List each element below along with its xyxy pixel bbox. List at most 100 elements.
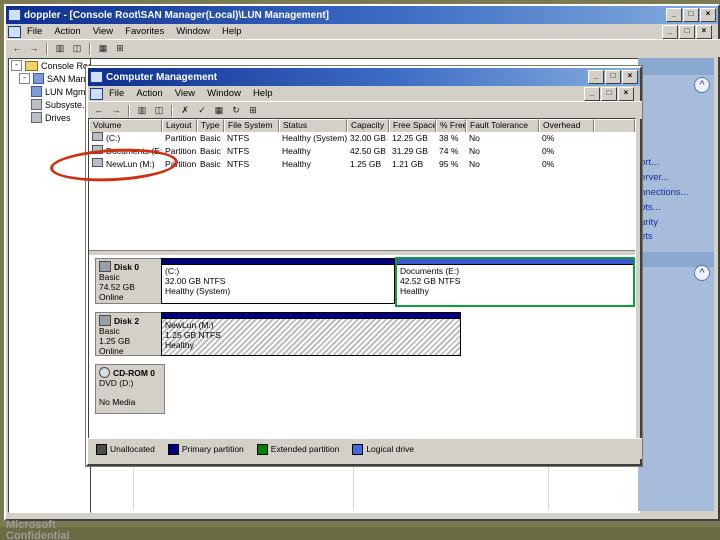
- table-row[interactable]: (C:) Partition Basic NTFS Healthy (Syste…: [89, 132, 635, 145]
- extended-partition-swatch-icon: [256, 443, 268, 455]
- disk-0-header[interactable]: Disk 0 Basic 74.52 GB Online: [95, 258, 165, 304]
- cell: Partition: [162, 132, 197, 145]
- cm-delete-button[interactable]: ✗: [177, 104, 193, 118]
- san-manager-icon: [33, 73, 44, 84]
- cdrom-0-header[interactable]: CD-ROM 0 DVD (D:) No Media: [95, 364, 165, 414]
- computer-management-icon: [90, 71, 103, 83]
- cm-maximize-button[interactable]: □: [605, 70, 621, 84]
- console-toolbar: ← → ▥ ◫ ▦ ⊞: [6, 39, 720, 57]
- task-link[interactable]: urity: [640, 217, 658, 228]
- cm-child-minimize-button[interactable]: _: [584, 86, 600, 101]
- cm-list-view-button[interactable]: ▦: [211, 104, 227, 118]
- cell: 0%: [539, 132, 594, 145]
- collapse-chevron-icon[interactable]: ^: [694, 77, 710, 93]
- task-link[interactable]: nnections...: [640, 187, 689, 198]
- help-button[interactable]: ⊞: [112, 42, 128, 56]
- tree-label: LUN Mgmt: [45, 86, 89, 97]
- cell: 0%: [539, 158, 594, 171]
- cell: NTFS: [224, 158, 279, 171]
- tree-item-san-manager[interactable]: - SAN Manager: [9, 72, 91, 85]
- cell: [594, 158, 635, 171]
- menu-favorites[interactable]: Favorites: [119, 25, 170, 38]
- cell: [594, 132, 635, 145]
- menu-action[interactable]: Action: [48, 25, 86, 38]
- disk-icon: [99, 261, 111, 272]
- back-button[interactable]: ←: [9, 42, 25, 56]
- cell: 0%: [539, 145, 594, 158]
- task-link[interactable]: erver...: [640, 172, 669, 183]
- two-pane-button[interactable]: ◫: [69, 42, 85, 56]
- collapse-icon[interactable]: -: [19, 73, 30, 84]
- drives-icon: [31, 112, 42, 123]
- console-title: doppler - [Console Root\SAN Manager(Loca…: [24, 9, 330, 21]
- cm-child-close-button[interactable]: ×: [618, 86, 634, 101]
- cm-properties-button[interactable]: ⊞: [245, 104, 261, 118]
- partition-c-drive[interactable]: (C:) 32.00 GB NTFS Healthy (System): [161, 258, 395, 304]
- tree-label: Drives: [45, 112, 71, 123]
- toolbar-separator: [171, 104, 173, 117]
- cell: 31.29 GB: [389, 145, 436, 158]
- cm-menu-view[interactable]: View: [169, 87, 201, 100]
- cm-child-system-icon[interactable]: [90, 87, 103, 100]
- task-link[interactable]: pts...: [640, 202, 661, 213]
- child-restore-button[interactable]: □: [679, 24, 695, 39]
- pane-splitter[interactable]: [89, 250, 635, 256]
- collapse-chevron-icon[interactable]: ^: [694, 265, 710, 281]
- cm-check-button[interactable]: ✓: [194, 104, 210, 118]
- menu-file[interactable]: File: [21, 25, 48, 38]
- toolbar-separator: [128, 104, 130, 117]
- partition-status: Healthy: [165, 340, 194, 350]
- cm-child-restore-button[interactable]: □: [601, 86, 617, 101]
- slide-bottom-bar: [0, 527, 720, 540]
- cell: 42.50 GB: [347, 145, 389, 158]
- cm-menu-file[interactable]: File: [103, 87, 130, 100]
- console-child-system-icon[interactable]: [8, 25, 21, 38]
- export-list-button[interactable]: ▦: [95, 42, 111, 56]
- partition-label: NewLun (M:): [165, 320, 214, 330]
- cm-titlebar[interactable]: Computer Management _ □ ×: [88, 68, 640, 86]
- menu-window[interactable]: Window: [170, 25, 216, 38]
- forward-button[interactable]: →: [26, 42, 42, 56]
- legend-item-unallocated: Unallocated: [96, 443, 155, 455]
- console-minimize-button[interactable]: _: [666, 8, 682, 22]
- cm-close-button[interactable]: ×: [622, 70, 638, 84]
- cm-forward-button[interactable]: →: [108, 104, 124, 118]
- cm-menu-window[interactable]: Window: [201, 87, 247, 100]
- show-tree-button[interactable]: ▥: [52, 42, 68, 56]
- cm-back-button[interactable]: ←: [91, 104, 107, 118]
- subsystems-icon: [31, 99, 42, 110]
- console-titlebar[interactable]: doppler - [Console Root\SAN Manager(Loca…: [6, 6, 718, 24]
- tree-item-lun-mgmt[interactable]: LUN Mgmt: [9, 85, 91, 98]
- cdrom-icon: [99, 367, 110, 378]
- task-pane-header-band: [638, 58, 714, 75]
- tree-label: Subsyste...: [45, 99, 90, 110]
- cm-menu-action[interactable]: Action: [130, 87, 168, 100]
- console-tree-pane: - Console Root - SAN Manager LUN Mgmt Su…: [8, 58, 92, 513]
- cm-menubar: File Action View Window Help _ □ ×: [88, 86, 636, 101]
- cell: [594, 145, 635, 158]
- partition-documents-e-drive[interactable]: Documents (E:) 42.52 GB NTFS Healthy: [395, 257, 635, 307]
- console-close-button[interactable]: ×: [700, 8, 716, 22]
- volume-cell: (C:): [89, 132, 162, 145]
- partition-status: Healthy (System): [165, 286, 231, 296]
- child-minimize-button[interactable]: _: [662, 24, 678, 39]
- cm-two-pane-button[interactable]: ◫: [151, 104, 167, 118]
- task-link[interactable]: ort...: [640, 157, 659, 168]
- cm-refresh-button[interactable]: ↻: [228, 104, 244, 118]
- child-close-button[interactable]: ×: [696, 24, 712, 39]
- cm-show-tree-button[interactable]: ▥: [134, 104, 150, 118]
- tree-item-drives[interactable]: Drives: [9, 111, 91, 124]
- cm-minimize-button[interactable]: _: [588, 70, 604, 84]
- disk-2-header[interactable]: Disk 2 Basic 1.25 GB Online: [95, 312, 165, 356]
- tree-item-subsystems[interactable]: Subsyste...: [9, 98, 91, 111]
- console-maximize-button[interactable]: □: [683, 8, 699, 22]
- menu-help[interactable]: Help: [216, 25, 248, 38]
- menu-view[interactable]: View: [87, 25, 119, 38]
- partition-newlun-m-drive[interactable]: NewLun (M:) 1.25 GB NTFS Healthy: [161, 312, 461, 356]
- volume-icon: [92, 132, 103, 141]
- disk-icon: [99, 315, 111, 326]
- cell: NTFS: [224, 132, 279, 145]
- collapse-icon[interactable]: -: [11, 60, 22, 71]
- cm-menu-help[interactable]: Help: [247, 87, 279, 100]
- tree-item-console-root[interactable]: - Console Root: [9, 59, 91, 72]
